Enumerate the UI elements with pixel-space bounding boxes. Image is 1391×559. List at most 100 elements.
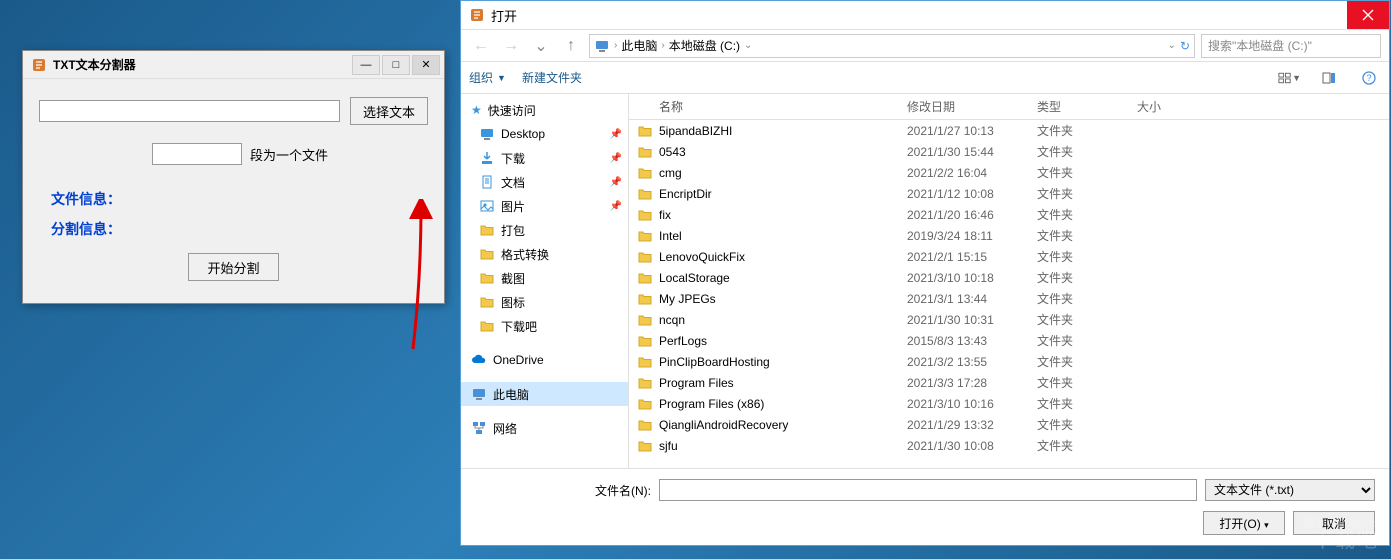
file-row[interactable]: PerfLogs2015/8/3 13:43文件夹 xyxy=(629,330,1389,351)
refresh-icon[interactable]: ↻ xyxy=(1180,39,1190,53)
file-row[interactable]: ncqn2021/1/30 10:31文件夹 xyxy=(629,309,1389,330)
breadcrumb-part[interactable]: 本地磁盘 (C:) xyxy=(669,37,740,54)
file-name: Program Files xyxy=(659,376,734,390)
folder-icon xyxy=(637,249,653,265)
start-split-button[interactable]: 开始分割 xyxy=(188,253,278,281)
file-type: 文件夹 xyxy=(1029,416,1129,433)
file-type: 文件夹 xyxy=(1029,164,1129,181)
file-row[interactable]: My JPEGs2021/3/1 13:44文件夹 xyxy=(629,288,1389,309)
file-list: 名称 修改日期 类型 大小 5ipandaBIZHI2021/1/27 10:1… xyxy=(629,94,1389,468)
watermark-brand: 下载吧 xyxy=(1313,524,1379,553)
pin-icon: 📌 xyxy=(610,177,622,188)
file-date: 2021/1/30 15:44 xyxy=(899,145,1029,159)
file-row[interactable]: Intel2019/3/24 18:11文件夹 xyxy=(629,225,1389,246)
file-row[interactable]: fix2021/1/20 16:46文件夹 xyxy=(629,204,1389,225)
minimize-button[interactable]: — xyxy=(352,55,380,75)
txt-titlebar: TXT文本分割器 — □ ✕ xyxy=(23,51,444,79)
view-options-button[interactable]: ▼ xyxy=(1277,66,1301,90)
column-size[interactable]: 大小 xyxy=(1129,94,1209,119)
file-date: 2021/1/27 10:13 xyxy=(899,124,1029,138)
breadcrumb-dropdown-icon[interactable]: ⌄ xyxy=(1168,40,1176,51)
filename-input[interactable] xyxy=(659,479,1197,501)
folder-icon xyxy=(637,438,653,454)
sidebar-item-图片[interactable]: 图片📌 xyxy=(461,194,628,218)
sidebar-onedrive[interactable]: OneDrive xyxy=(461,348,628,372)
sidebar-item-打包[interactable]: 打包 xyxy=(461,218,628,242)
organize-button[interactable]: 组织▼ xyxy=(469,69,506,86)
sidebar-item-文档[interactable]: 文档 📌 xyxy=(461,170,628,194)
folder-icon xyxy=(637,270,653,286)
maximize-button[interactable]: □ xyxy=(382,55,410,75)
sidebar-quick-access[interactable]: ★ 快速访问 xyxy=(461,98,628,122)
close-button[interactable]: ✕ xyxy=(412,55,440,75)
breadcrumb[interactable]: › 此电脑 › 本地磁盘 (C:) ⌄ ⌄ ↻ xyxy=(589,34,1195,58)
sidebar-item-label: 文档 xyxy=(501,174,525,191)
file-row[interactable]: LocalStorage2021/3/10 10:18文件夹 xyxy=(629,267,1389,288)
sidebar-item-label: 下载吧 xyxy=(501,318,537,335)
app-icon xyxy=(31,57,47,73)
sidebar-item-下载吧[interactable]: 下载吧 xyxy=(461,314,628,338)
folder-icon xyxy=(637,144,653,160)
segment-count-input[interactable] xyxy=(152,143,242,165)
file-row[interactable]: 5ipandaBIZHI2021/1/27 10:13文件夹 xyxy=(629,120,1389,141)
sidebar-network[interactable]: 网络 xyxy=(461,416,628,440)
file-row[interactable]: PinClipBoardHosting2021/3/2 13:55文件夹 xyxy=(629,351,1389,372)
file-filter-select[interactable]: 文本文件 (*.txt) xyxy=(1205,479,1375,501)
downloads-icon xyxy=(479,150,495,166)
file-type: 文件夹 xyxy=(1029,311,1129,328)
sidebar-item-label: 打包 xyxy=(501,222,525,239)
file-name: cmg xyxy=(659,166,682,180)
file-name: LenovoQuickFix xyxy=(659,250,745,264)
folder-icon xyxy=(637,396,653,412)
file-type: 文件夹 xyxy=(1029,353,1129,370)
file-row[interactable]: sjfu2021/1/30 10:08文件夹 xyxy=(629,435,1389,456)
sidebar-item-截图[interactable]: 截图 xyxy=(461,266,628,290)
nav-forward-button[interactable]: → xyxy=(499,34,523,58)
nav-recent-button[interactable]: ⌄ xyxy=(529,34,553,58)
sidebar-this-pc[interactable]: 此电脑 xyxy=(461,382,628,406)
select-file-button[interactable]: 选择文本 xyxy=(350,97,428,125)
file-date: 2015/8/3 13:43 xyxy=(899,334,1029,348)
folder-icon xyxy=(479,318,495,334)
file-date: 2021/2/1 15:15 xyxy=(899,250,1029,264)
sidebar-item-图标[interactable]: 图标 xyxy=(461,290,628,314)
column-name[interactable]: 名称 xyxy=(629,94,899,119)
split-info-label: 分割信息： xyxy=(51,219,428,239)
file-type: 文件夹 xyxy=(1029,143,1129,160)
file-row[interactable]: LenovoQuickFix2021/2/1 15:15文件夹 xyxy=(629,246,1389,267)
file-type: 文件夹 xyxy=(1029,269,1129,286)
file-row[interactable]: Program Files (x86)2021/3/10 10:16文件夹 xyxy=(629,393,1389,414)
sidebar-item-下载[interactable]: 下载📌 xyxy=(461,146,628,170)
file-row[interactable]: 0543 2021/1/30 15:44文件夹 xyxy=(629,141,1389,162)
file-path-input[interactable] xyxy=(39,100,340,122)
column-type[interactable]: 类型 xyxy=(1029,94,1129,119)
folder-icon xyxy=(637,165,653,181)
preview-pane-button[interactable] xyxy=(1317,66,1341,90)
file-row[interactable]: Program Files2021/3/3 17:28文件夹 xyxy=(629,372,1389,393)
folder-icon xyxy=(479,246,495,262)
search-input[interactable]: 搜索"本地磁盘 (C:)" xyxy=(1201,34,1381,58)
file-row[interactable]: QiangliAndroidRecovery2021/1/29 13:32文件夹 xyxy=(629,414,1389,435)
folder-icon xyxy=(637,417,653,433)
folder-icon xyxy=(479,294,495,310)
address-bar: ← → ⌄ ↑ › 此电脑 › 本地磁盘 (C:) ⌄ ⌄ ↻ 搜索"本地磁盘 … xyxy=(461,29,1389,61)
file-name: sjfu xyxy=(659,439,678,453)
open-button[interactable]: 打开(O) ▾ xyxy=(1203,511,1285,535)
file-name: ncqn xyxy=(659,313,685,327)
file-row[interactable]: cmg2021/2/2 16:04文件夹 xyxy=(629,162,1389,183)
breadcrumb-part[interactable]: 此电脑 xyxy=(621,37,657,54)
file-row[interactable]: EncriptDir2021/1/12 10:08文件夹 xyxy=(629,183,1389,204)
help-button[interactable]: ? xyxy=(1357,66,1381,90)
filename-label: 文件名(N): xyxy=(595,482,651,499)
cloud-icon xyxy=(471,352,487,368)
file-name: 0543 xyxy=(659,145,686,159)
dialog-icon xyxy=(469,7,485,23)
sidebar-item-格式转换[interactable]: 格式转换 xyxy=(461,242,628,266)
column-date[interactable]: 修改日期 xyxy=(899,94,1029,119)
nav-back-button[interactable]: ← xyxy=(469,34,493,58)
pin-icon: 📌 xyxy=(610,129,622,140)
sidebar-item-Desktop[interactable]: Desktop📌 xyxy=(461,122,628,146)
new-folder-button[interactable]: 新建文件夹 xyxy=(522,69,582,86)
dialog-close-button[interactable] xyxy=(1347,1,1389,29)
nav-up-button[interactable]: ↑ xyxy=(559,34,583,58)
